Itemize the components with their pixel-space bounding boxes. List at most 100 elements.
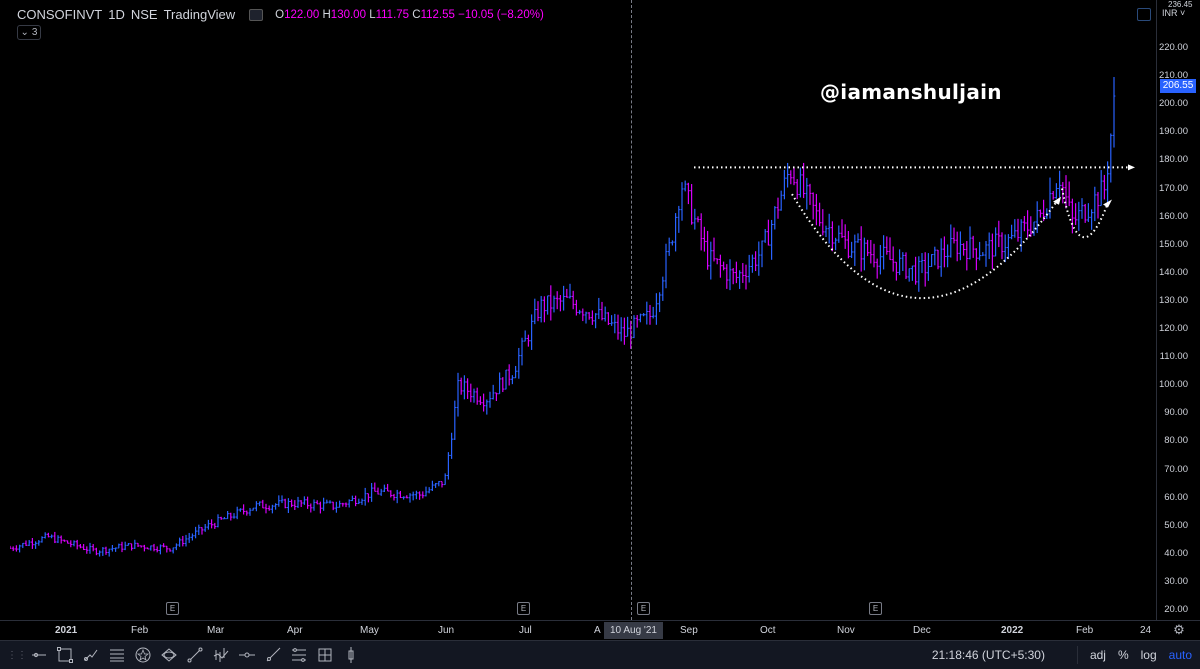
- ohlc-bar: [760, 240, 764, 268]
- ohlc-bar: [1045, 208, 1049, 219]
- ohlc-bar: [351, 495, 354, 502]
- ohlc-bar: [1074, 203, 1077, 225]
- ohlc-bar: [235, 506, 239, 520]
- ohlc-bar: [207, 519, 210, 530]
- horizontal-ray-tool-icon[interactable]: [234, 643, 260, 667]
- ohlc-bar: [1109, 133, 1113, 183]
- log-scale-toggle[interactable]: log: [1141, 648, 1157, 662]
- time-axis[interactable]: 2021 Feb Mar Apr May Jun Jul A Sep Oct Nov Dec 2022 F…: [0, 620, 1200, 640]
- ohlc-bar: [747, 254, 751, 283]
- ohlc-bar: [808, 183, 812, 205]
- eye-icon[interactable]: [249, 8, 264, 21]
- ohlc-bar: [530, 314, 533, 350]
- gear-icon[interactable]: ⚙: [1170, 621, 1188, 639]
- ohlc-bar: [658, 292, 661, 313]
- ohlc-bar: [613, 313, 617, 334]
- ohlc-bar: [731, 267, 735, 285]
- ohlc-bar: [991, 233, 994, 270]
- ohlc-bar: [632, 315, 636, 339]
- price-axis[interactable]: 220.00 210.00 200.00 190.00 180.00 170.00 160.…: [1157, 0, 1200, 620]
- star-icon[interactable]: [130, 643, 156, 667]
- trend-line-tool-icon[interactable]: [182, 643, 208, 667]
- ohlc-bar: [181, 535, 185, 547]
- legend-symbol[interactable]: CONSOFINVT: [17, 7, 102, 22]
- indicators-count: 3: [31, 27, 38, 38]
- ohlc-bar: [101, 547, 105, 556]
- ohlc-bar: [91, 544, 95, 552]
- ohlc-bar: [280, 495, 284, 504]
- ohlc-bar: [408, 493, 412, 503]
- time-tick-label: 2021: [55, 625, 78, 636]
- ohlc-bar: [175, 543, 178, 551]
- ohlc-bar: [1023, 215, 1026, 232]
- fib-retracement-tool-icon[interactable]: [104, 643, 130, 667]
- indicators-collapse-button[interactable]: ⌄ 3: [17, 25, 41, 40]
- horizontal-line-tool-icon[interactable]: [26, 643, 52, 667]
- grid-tool-icon[interactable]: [312, 643, 338, 667]
- drag-handle-icon[interactable]: ⋮⋮: [7, 643, 27, 667]
- ohlc-bar: [895, 261, 898, 281]
- ohlc-bar: [82, 544, 85, 551]
- ohlc-bar: [555, 291, 559, 310]
- ohlc-bar: [10, 545, 12, 549]
- ohlc-bar: [24, 540, 28, 546]
- ray-tool-icon[interactable]: [260, 643, 286, 667]
- time-tick-label: Apr: [287, 625, 303, 636]
- ohlc-bar: [504, 369, 508, 390]
- legend-exchange: NSE: [130, 7, 158, 22]
- earnings-marker[interactable]: E: [637, 602, 650, 615]
- ohlc-bar: [66, 540, 69, 544]
- ohlc-bar: [1013, 219, 1017, 238]
- time-tick-label: Oct: [760, 625, 776, 636]
- price-tick-label: 140.00: [1158, 266, 1188, 278]
- high-value: 130.00: [330, 8, 366, 21]
- currency-button[interactable]: INR ˅: [1162, 8, 1185, 18]
- percent-scale-toggle[interactable]: %: [1118, 648, 1129, 662]
- ohlc-bar: [600, 301, 604, 321]
- auto-scale-toggle[interactable]: auto: [1169, 648, 1192, 662]
- chevron-down-icon: ˅: [1180, 8, 1186, 18]
- ohlc-bar: [651, 306, 655, 319]
- brush-tool-icon[interactable]: [78, 643, 104, 667]
- ohlc-bar: [667, 237, 671, 256]
- layout-icon[interactable]: [1137, 8, 1151, 21]
- ohlc-bar: [319, 501, 322, 514]
- earnings-marker[interactable]: E: [166, 602, 179, 615]
- ohlc-bar: [712, 237, 716, 262]
- ohlc-bar: [1099, 170, 1103, 207]
- ohlc-bar: [1103, 174, 1106, 200]
- ohlc-bar: [344, 502, 348, 508]
- price-tick-label: 130.00: [1158, 294, 1188, 306]
- ohlc-bar: [527, 334, 530, 347]
- ohlc-bar: [296, 496, 300, 509]
- currency-label: INR: [1162, 8, 1178, 18]
- bars-pattern-tool-icon[interactable]: [208, 643, 234, 667]
- ohlc-bar: [18, 544, 21, 553]
- ohlc-bar: [267, 505, 271, 511]
- ohlc-bar: [795, 179, 799, 200]
- ohlc-bar: [11, 546, 15, 552]
- earnings-marker[interactable]: E: [869, 602, 882, 615]
- time-tick-label: 2022: [1001, 625, 1024, 636]
- price-tick-label: 200.00: [1158, 98, 1188, 110]
- ohlc-bar: [389, 490, 393, 498]
- ohlc-bar: [984, 240, 988, 267]
- ohlc-bar: [271, 504, 274, 514]
- price-tick-label: 180.00: [1158, 154, 1188, 166]
- ohlc-bar: [53, 531, 57, 544]
- ohlc-bar: [911, 265, 914, 281]
- earnings-marker[interactable]: E: [517, 602, 530, 615]
- change-value: −10.05 (−8.20%): [458, 8, 544, 21]
- ohlc-bar: [219, 516, 223, 520]
- parallel-channel-tool-icon[interactable]: [286, 643, 312, 667]
- adjust-toggle[interactable]: adj: [1090, 648, 1106, 662]
- clock-display[interactable]: 21:18:46 (UTC+5:30): [932, 648, 1045, 662]
- rectangle-tool-icon[interactable]: [52, 643, 78, 667]
- ohlc-bar: [683, 180, 687, 192]
- ohlc-bar: [178, 537, 181, 547]
- ohlc-bar: [98, 550, 101, 557]
- ellipse-tool-icon[interactable]: [156, 643, 182, 667]
- ohlc-bar: [975, 248, 978, 271]
- price-range-tool-icon[interactable]: [338, 643, 364, 667]
- ohlc-bar: [1061, 182, 1065, 204]
